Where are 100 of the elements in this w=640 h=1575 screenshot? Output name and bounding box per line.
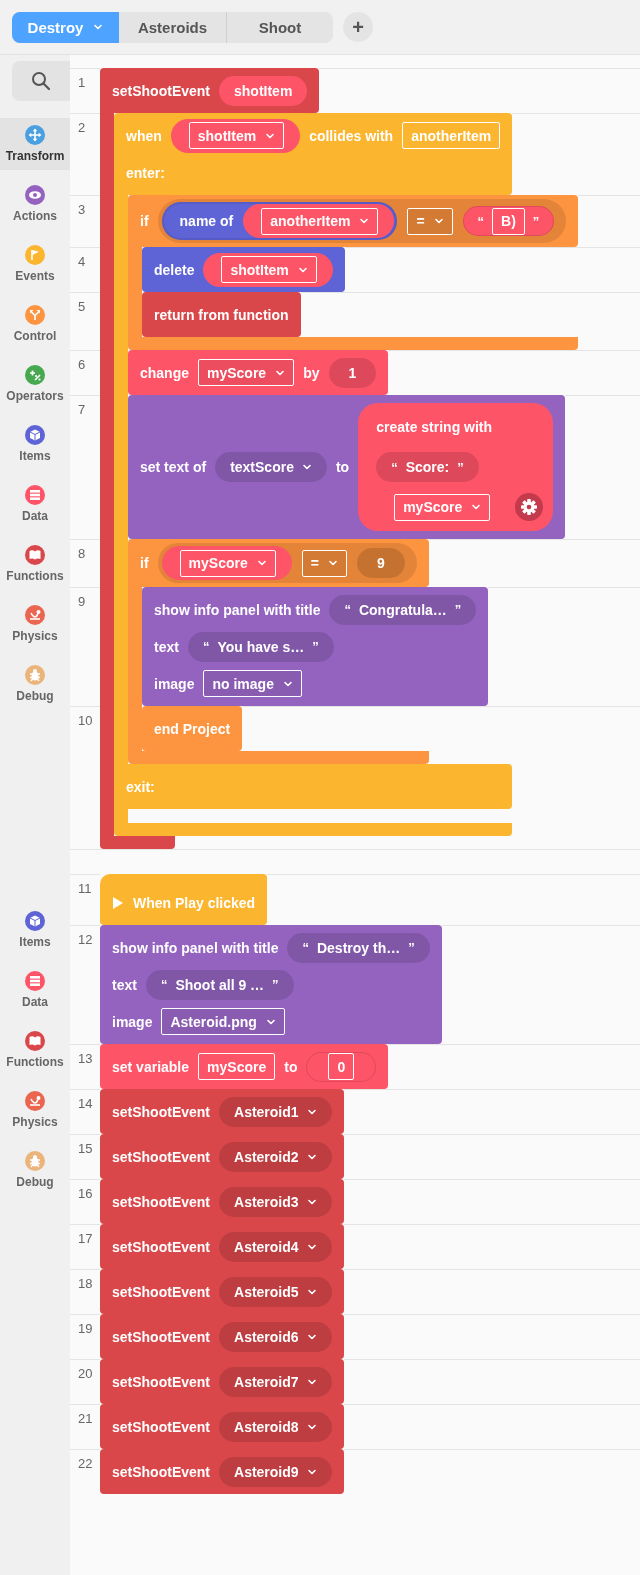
code-block[interactable]: setShootEvent Asteroid3 (100, 1179, 344, 1224)
settings-icon[interactable] (515, 493, 544, 521)
block-label: show info panel with title (112, 939, 279, 956)
category-item[interactable]: Functions (0, 1024, 70, 1076)
category-item[interactable]: Operators (0, 358, 70, 410)
block-label: setShootEvent (112, 1328, 210, 1345)
code-block[interactable]: if myScore = 9 (128, 539, 429, 587)
category-item[interactable]: Debug (0, 658, 70, 710)
dropdown[interactable]: Asteroid3 (219, 1186, 332, 1217)
string-input[interactable]: “ B) ” (462, 206, 555, 236)
block-label: setShootEvent (112, 1103, 210, 1120)
dropdown-field[interactable]: shotItem (221, 256, 317, 283)
dropdown[interactable]: textScore (215, 452, 327, 482)
quote-mark: ” (272, 977, 279, 992)
block-label: set variable (112, 1058, 190, 1075)
line-number: 4 (78, 254, 86, 269)
category-item[interactable]: Functions (0, 538, 70, 590)
code-block[interactable]: setShootEvent Asteroid8 (100, 1404, 344, 1449)
code-block[interactable]: setShootEvent Asteroid5 (100, 1269, 344, 1314)
dropdown[interactable]: Asteroid4 (219, 1231, 332, 1262)
code-block[interactable]: setShootEvent Asteroid4 (100, 1224, 344, 1269)
code-block[interactable]: return from function (142, 292, 301, 337)
block-label: exit: (126, 778, 155, 795)
dropdown-field[interactable]: myScore (198, 359, 295, 386)
category-item[interactable]: Events (0, 238, 70, 290)
add-tab-button[interactable]: + (343, 12, 373, 42)
dropdown-field[interactable]: shotItem (188, 122, 285, 149)
string-input[interactable]: “ Destroy th… ” (287, 932, 430, 963)
string-input[interactable]: “ You have s… ” (187, 631, 334, 662)
dropdown-field[interactable]: Asteroid.png (161, 1008, 285, 1035)
block-label: return from function (154, 306, 289, 323)
category-item[interactable]: Actions (0, 178, 70, 230)
code-block[interactable]: setShootEvent Asteroid9 (100, 1449, 344, 1494)
block-label: image (154, 675, 195, 692)
block-label: setShootEvent (112, 1463, 210, 1480)
code-block[interactable]: setShootEvent Asteroid7 (100, 1359, 344, 1404)
code-block[interactable]: set variable myScore to 0 (100, 1044, 389, 1089)
line-number: 10 (78, 713, 93, 728)
category-item[interactable]: Data (0, 964, 70, 1016)
block-label: end Project (154, 720, 231, 737)
text-field[interactable]: myScore (198, 1053, 276, 1080)
code-block[interactable]: setShootEvent Asteroid6 (100, 1314, 344, 1359)
code-block[interactable]: set text of textScore to create string with “ Score: ” myScore (128, 395, 566, 539)
category-item[interactable]: Transform (0, 118, 70, 170)
category-item[interactable]: Data (0, 478, 70, 530)
code-block[interactable]: change myScore by 1 (128, 350, 389, 395)
string-input[interactable]: “ Score: ” (376, 452, 479, 482)
dropdown[interactable]: Asteroid8 (219, 1411, 332, 1442)
block-label: image (112, 1013, 153, 1030)
dropdown[interactable]: Asteroid5 (219, 1276, 332, 1307)
dropdown[interactable]: Asteroid6 (219, 1321, 332, 1352)
text-field[interactable]: B) (492, 207, 525, 235)
dropdown-field[interactable]: no image (203, 670, 302, 697)
number-input[interactable]: 9 (356, 548, 405, 578)
dropdown-field[interactable]: myScore (394, 493, 491, 521)
line-number: 14 (78, 1096, 93, 1111)
line-number: 19 (78, 1321, 93, 1336)
tab[interactable]: Destroy (12, 11, 119, 43)
tab[interactable]: Asteroids (119, 11, 226, 43)
code-block[interactable]: setShootEvent Asteroid2 (100, 1134, 344, 1179)
tab[interactable]: Shoot (226, 11, 333, 43)
category-item[interactable]: Items (0, 904, 70, 956)
line-number: 9 (78, 594, 86, 609)
block-label: setShootEvent (112, 1193, 210, 1210)
dropdown-field[interactable]: = (301, 549, 347, 577)
code-block[interactable]: delete shotItem (142, 247, 345, 292)
dropdown-field[interactable]: = (407, 207, 453, 235)
dropdown[interactable]: Asteroid2 (219, 1141, 332, 1172)
category-item[interactable]: Physics (0, 1084, 70, 1136)
code-block[interactable]: when shotItem collides with anotherItem enter: (114, 113, 513, 195)
code-block[interactable]: setShootEvent Asteroid1 (100, 1089, 344, 1134)
category-item[interactable]: Physics (0, 598, 70, 650)
dropdown[interactable]: Asteroid1 (219, 1096, 332, 1127)
block-label: collides with (309, 127, 394, 144)
line-number: 18 (78, 1276, 93, 1291)
dropdown[interactable]: Asteroid7 (219, 1366, 332, 1397)
number-field[interactable]: 0 (328, 1053, 355, 1080)
code-block[interactable]: setShootEvent shotItem (100, 68, 320, 113)
block-label: change (140, 364, 189, 381)
block-label: text (112, 976, 137, 993)
dropdown-field[interactable]: myScore (179, 549, 276, 577)
search-button[interactable] (12, 61, 70, 101)
code-block[interactable]: if name of anotherItem = “ B) ” (128, 195, 579, 247)
dropdown-field[interactable]: anotherItem (261, 207, 379, 235)
string-input[interactable]: “ Shoot all 9 … ” (145, 969, 294, 1000)
line-number: 16 (78, 1186, 93, 1201)
chevron-icon (327, 558, 338, 568)
string-input[interactable]: “ Congratula… ” (329, 594, 477, 625)
quote-mark: ” (457, 459, 464, 475)
dropdown[interactable]: Asteroid9 (219, 1456, 332, 1487)
category-item[interactable]: Debug (0, 1144, 70, 1196)
block-label: show info panel with title (154, 601, 321, 618)
number-input[interactable]: 1 (328, 357, 377, 388)
parameter-pill: shotItem (219, 75, 308, 106)
block-label: name of (179, 213, 234, 229)
string-value: Congratula… (358, 601, 447, 618)
quote-mark: “ (391, 459, 398, 475)
category-item[interactable]: Items (0, 418, 70, 470)
chevron-icon (359, 216, 370, 226)
category-item[interactable]: Control (0, 298, 70, 350)
